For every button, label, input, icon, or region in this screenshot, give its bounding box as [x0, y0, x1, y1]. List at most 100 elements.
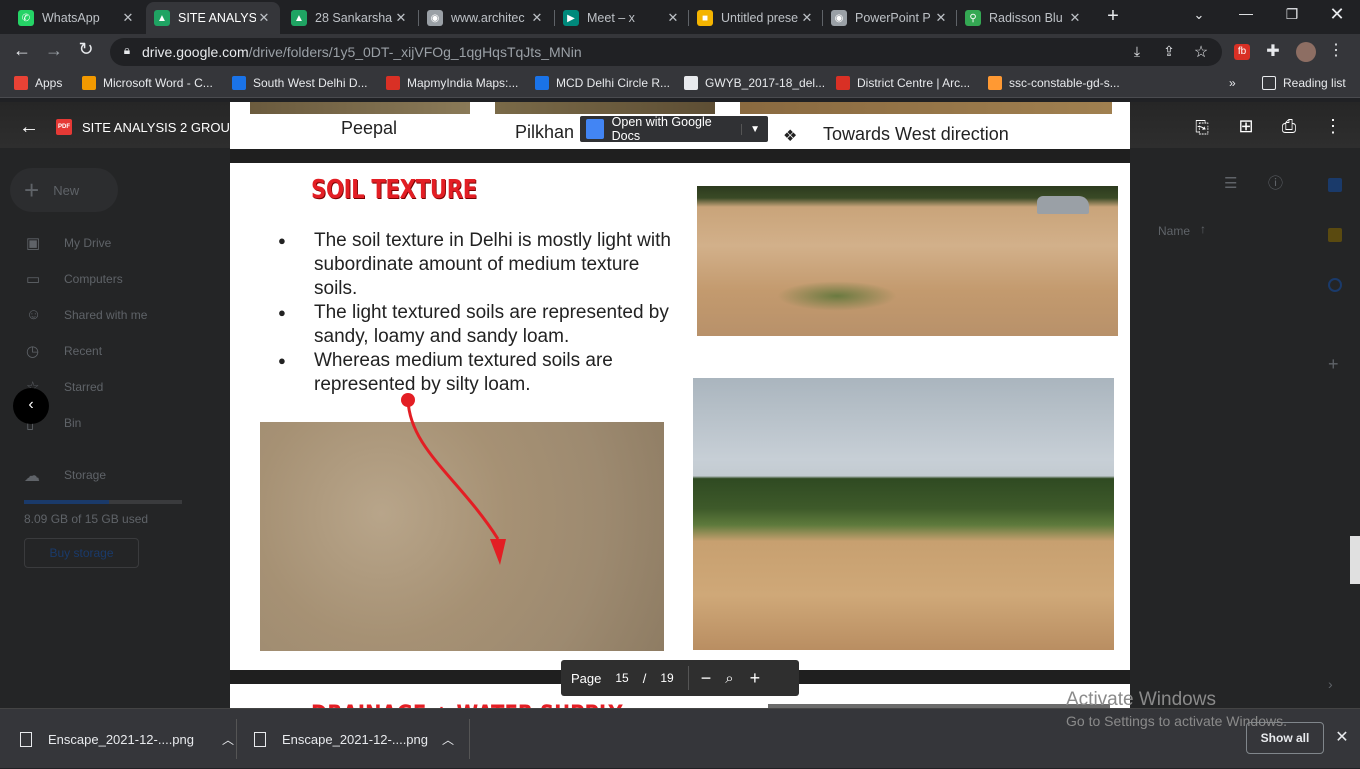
close-viewer-back-icon[interactable]: ←	[18, 116, 40, 139]
storage-label: Storage	[64, 468, 107, 482]
open-with-label: Open with Google Docs	[611, 115, 712, 143]
close-tab-icon[interactable]: ✕	[1067, 10, 1083, 26]
back-icon[interactable]: ←	[12, 40, 32, 61]
computers-icon: ▭	[26, 271, 41, 288]
add-comment-icon[interactable]: ⊞	[1236, 116, 1256, 137]
forward-icon[interactable]: →	[44, 40, 64, 61]
profile-avatar[interactable]	[1296, 42, 1316, 62]
storage-meter	[24, 500, 182, 504]
tab-title: WhatsApp	[42, 11, 100, 25]
globe-icon: ◉	[831, 10, 847, 26]
tab-4[interactable]: ▶ Meet – x ✕	[555, 4, 689, 32]
more-actions-icon[interactable]: ⋮	[1324, 116, 1342, 137]
drive-nav-item[interactable]: My Drive	[64, 236, 111, 250]
bookmark-7[interactable]: ssc-constable-gd-s...	[988, 76, 1120, 90]
drive-nav-item[interactable]: Recent	[64, 344, 102, 358]
download-name: Enscape_2021-12-....png	[282, 731, 428, 747]
bookmark-6[interactable]: District Centre | Arc...	[836, 76, 970, 90]
new-button[interactable]: + New	[10, 168, 118, 212]
tab-search-chevron-icon[interactable]: ⌄	[1190, 7, 1208, 23]
close-tab-icon[interactable]: ✕	[256, 10, 272, 26]
tab-3[interactable]: ◉ www.architec ✕	[419, 4, 553, 32]
zoom-in-icon[interactable]: +	[750, 668, 761, 689]
chevron-up-icon[interactable]: ︿	[442, 731, 454, 748]
bookmark-2[interactable]: South West Delhi D...	[232, 76, 368, 90]
tab-5[interactable]: ■ Untitled prese ✕	[689, 4, 823, 32]
zoom-icon[interactable]: ⌕	[725, 670, 733, 687]
tab-title: Untitled prese	[721, 11, 799, 25]
extensions-puzzle-icon[interactable]: ✚	[1264, 41, 1282, 61]
share-icon[interactable]: ⇪	[1160, 43, 1178, 60]
address-bar[interactable]: 🔒︎ drive.google.com/drive/folders/1y5_0D…	[110, 38, 1222, 66]
drive-nav-item[interactable]: Shared with me	[64, 308, 147, 322]
tab-1[interactable]: ▲ SITE ANALYSIS✕	[146, 2, 280, 34]
drive-icon: ▲	[291, 10, 307, 26]
activate-windows-watermark: Activate Windows Go to Settings to activ…	[1066, 689, 1287, 729]
bookmark-5[interactable]: GWYB_2017-18_del...	[684, 76, 825, 90]
bookmark-4[interactable]: MCD Delhi Circle R...	[535, 76, 670, 90]
bookmark-favicon-icon	[82, 76, 96, 90]
close-tab-icon[interactable]: ✕	[665, 10, 681, 26]
tab-title: Radisson Blu	[989, 11, 1063, 25]
tab-7[interactable]: ⚲ Radisson Blu ✕	[957, 4, 1091, 32]
bookmark-favicon-icon	[535, 76, 549, 90]
page-separator: /	[642, 670, 647, 686]
my-drive-icon: ▣	[26, 235, 41, 252]
minimize-icon[interactable]: —	[1236, 5, 1256, 21]
add-to-drive-icon[interactable]: ⎘	[1192, 118, 1212, 138]
drive-nav-item[interactable]: Starred	[64, 380, 103, 394]
close-window-icon[interactable]: ✕	[1327, 4, 1347, 25]
download-item-2[interactable]: Enscape_2021-12-....png ︿	[254, 709, 454, 769]
open-with-dropdown-icon[interactable]: ▼	[741, 123, 768, 135]
bookmark-label: South West Delhi D...	[253, 76, 368, 90]
apps-grid-icon	[14, 76, 28, 90]
close-tab-icon[interactable]: ✕	[529, 10, 545, 26]
tab-2[interactable]: ▲ 28 Sankarsha ✕	[283, 4, 417, 32]
restore-icon[interactable]: ❐	[1282, 6, 1302, 23]
list-view-icon: ☰	[1224, 175, 1238, 192]
tab-title: PowerPoint P	[855, 11, 931, 25]
buy-storage-button[interactable]: Buy storage	[24, 538, 139, 568]
bookmark-star-icon[interactable]: ☆	[1192, 42, 1210, 62]
chevron-up-icon[interactable]: ︿	[222, 731, 234, 748]
close-tab-icon[interactable]: ✕	[393, 10, 409, 26]
prev-file-arrow-button[interactable]: ‹	[13, 388, 49, 424]
bookmark-label: Microsoft Word - C...	[103, 76, 213, 90]
pdf-file-icon: PDF	[56, 119, 72, 135]
close-tab-icon[interactable]: ✕	[799, 10, 815, 26]
lock-icon: 🔒︎	[123, 43, 131, 57]
drive-nav-item[interactable]: Computers	[64, 272, 123, 286]
page-controls: Page 15 / 19 − ⌕ +	[561, 660, 799, 696]
chevron-right-icon[interactable]: ›	[1328, 676, 1333, 692]
page-total: 19	[660, 671, 674, 685]
bookmarks-overflow-icon[interactable]: »	[1229, 76, 1236, 90]
menu-kebab-icon[interactable]: ⋮	[1328, 40, 1344, 60]
close-tab-icon[interactable]: ✕	[933, 10, 949, 26]
bookmark-1[interactable]: Microsoft Word - C...	[82, 76, 213, 90]
new-tab-button[interactable]: +	[1100, 5, 1126, 29]
diamond-bullet-icon: ❖	[783, 128, 798, 145]
close-tab-icon[interactable]: ✕	[120, 10, 136, 26]
drive-nav-item[interactable]: Bin	[64, 416, 81, 430]
download-item-1[interactable]: Enscape_2021-12-....png ︿	[20, 709, 234, 769]
tab-0[interactable]: ✆ WhatsApp ✕	[10, 4, 144, 32]
scroll-thumb[interactable]	[1350, 536, 1360, 584]
install-icon[interactable]: ⤓	[1128, 43, 1146, 60]
tab-title: SITE ANALYSIS	[178, 11, 256, 25]
file-icon	[20, 731, 32, 747]
info-icon: ⓘ	[1268, 175, 1284, 192]
peepal-photo	[250, 102, 470, 114]
reading-list-button[interactable]: Reading list	[1262, 76, 1346, 90]
print-icon[interactable]: ⎙	[1278, 116, 1300, 137]
zoom-out-icon[interactable]: −	[701, 668, 712, 689]
close-downloads-icon[interactable]: ✕	[1334, 727, 1350, 747]
site-landscape-photo	[693, 378, 1114, 650]
download-divider	[469, 719, 470, 759]
open-with-google-docs-button[interactable]: Open with Google Docs ▼	[580, 115, 768, 143]
bookmark-3[interactable]: MapmyIndia Maps:...	[386, 76, 518, 90]
page-number-input[interactable]: 15	[615, 671, 628, 685]
tab-6[interactable]: ◉ PowerPoint P ✕	[823, 4, 957, 32]
bookmark-0[interactable]: Apps	[14, 76, 62, 90]
extension-red-icon[interactable]: fb	[1234, 44, 1250, 60]
reload-icon[interactable]: ↻	[76, 39, 96, 60]
